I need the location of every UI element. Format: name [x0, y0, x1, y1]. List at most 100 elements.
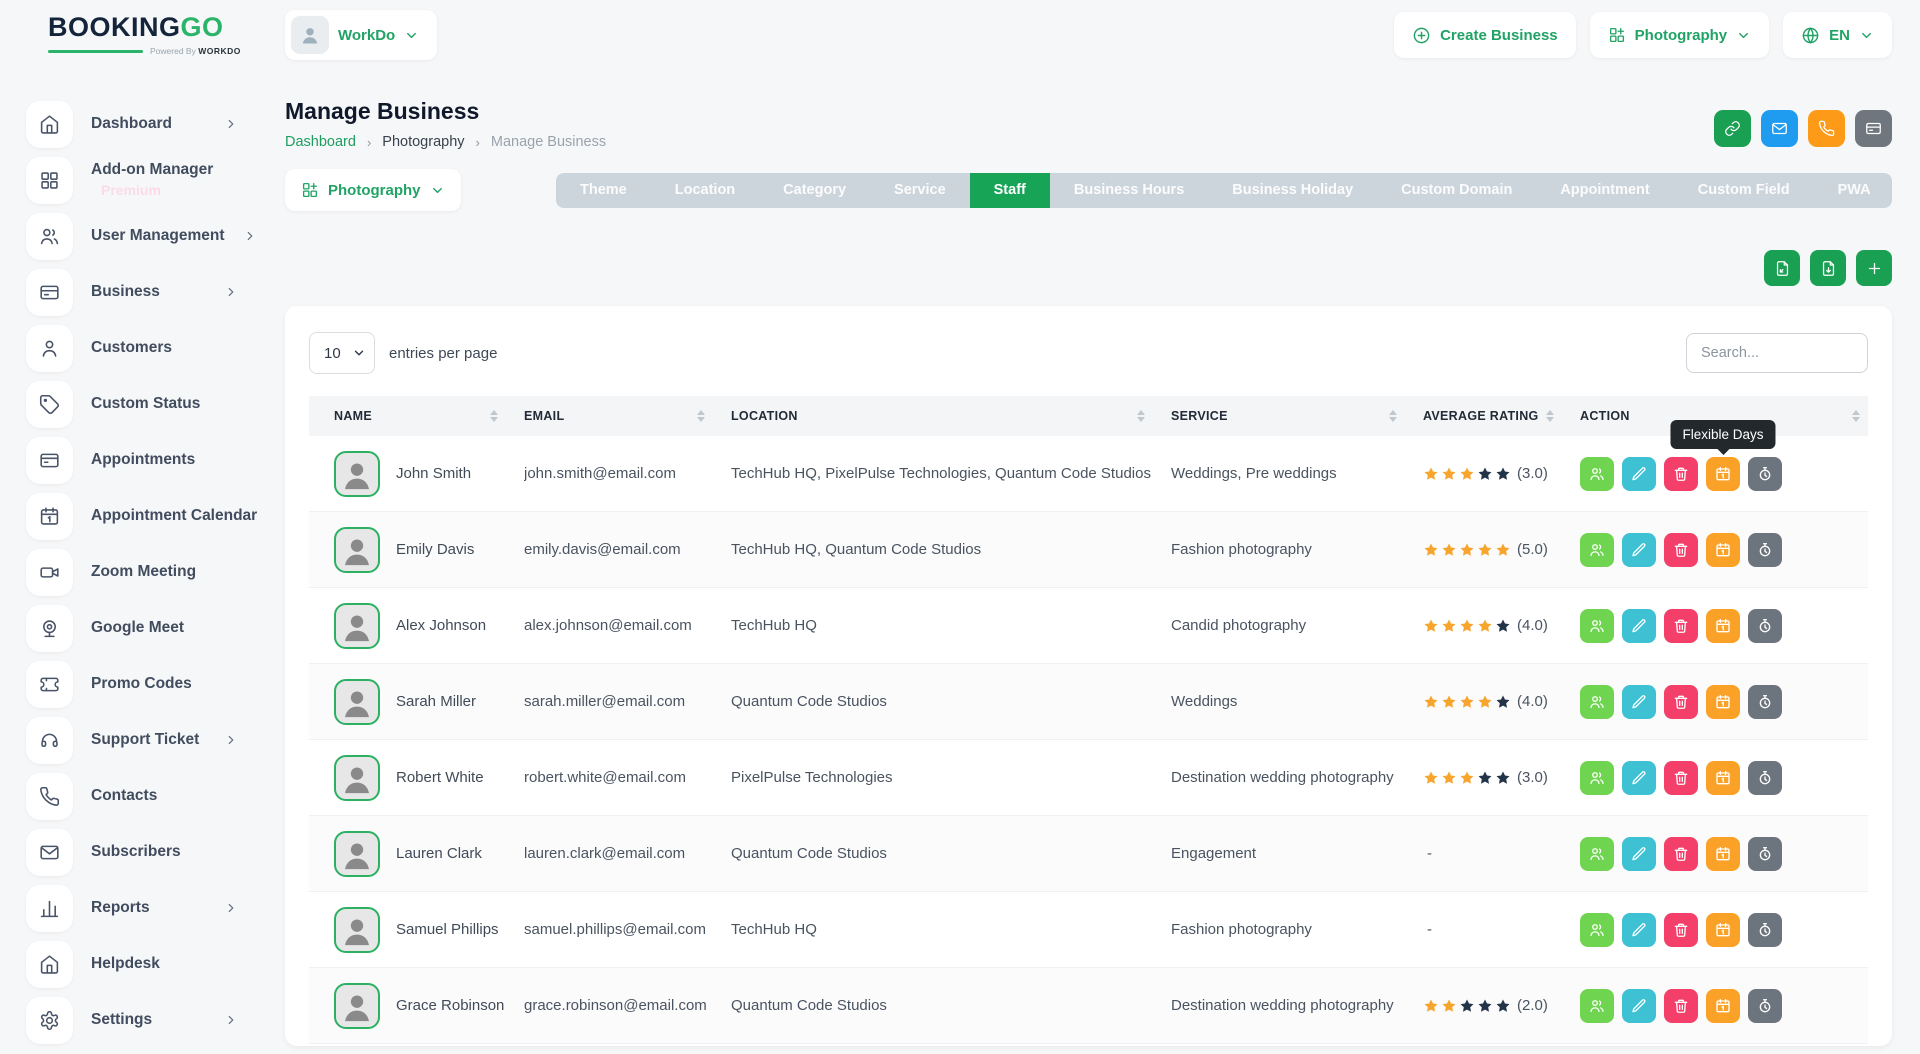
assign-staff-button[interactable] [1580, 609, 1614, 643]
sidebar-item-add-on-manager[interactable]: Add-on ManagerPremium [26, 152, 250, 208]
staff-avatar [334, 831, 380, 877]
working-hours-button[interactable] [1748, 989, 1782, 1023]
tab-pwa[interactable]: PWA [1814, 173, 1892, 208]
sidebar-item-user-management[interactable]: User Management [26, 208, 250, 264]
assign-staff-button[interactable] [1580, 837, 1614, 871]
pencil-icon [1631, 694, 1647, 710]
delete-button[interactable] [1664, 685, 1698, 719]
edit-button[interactable] [1622, 913, 1656, 947]
assign-staff-button[interactable] [1580, 685, 1614, 719]
delete-button[interactable] [1664, 457, 1698, 491]
search-input[interactable] [1686, 333, 1868, 373]
assign-staff-button[interactable] [1580, 533, 1614, 567]
delete-button[interactable] [1664, 533, 1698, 567]
sidebar-item-promo-codes[interactable]: Promo Codes [26, 656, 250, 712]
tab-appointment[interactable]: Appointment [1536, 173, 1673, 208]
tab-service[interactable]: Service [870, 173, 970, 208]
copy-link-button[interactable] [1714, 110, 1751, 147]
working-hours-button[interactable] [1748, 761, 1782, 795]
flexible-days-button[interactable] [1706, 837, 1740, 871]
sidebar-item-zoom-meeting[interactable]: Zoom Meeting [26, 544, 250, 600]
assign-staff-button[interactable] [1580, 761, 1614, 795]
tab-location[interactable]: Location [651, 173, 759, 208]
add-staff-button[interactable] [1856, 250, 1892, 286]
send-email-button[interactable] [1761, 110, 1798, 147]
delete-button[interactable] [1664, 989, 1698, 1023]
tab-theme[interactable]: Theme [556, 173, 651, 208]
flexible-days-button[interactable] [1706, 913, 1740, 947]
edit-button[interactable] [1622, 457, 1656, 491]
topbar: BOOKINGGO Powered By WORKDO WorkDo Creat… [0, 0, 1920, 70]
flexible-days-button[interactable] [1706, 989, 1740, 1023]
edit-button[interactable] [1622, 533, 1656, 567]
column-header-service[interactable]: SERVICE [1171, 409, 1423, 423]
delete-button[interactable] [1664, 761, 1698, 795]
brand-logo[interactable]: BOOKINGGO Powered By WORKDO [48, 14, 285, 56]
row-actions [1580, 913, 1860, 947]
working-hours-button[interactable] [1748, 913, 1782, 947]
breadcrumb-item-photography[interactable]: Photography [382, 134, 464, 150]
working-hours-button[interactable] [1748, 609, 1782, 643]
assign-staff-button[interactable] [1580, 913, 1614, 947]
column-header-average-rating[interactable]: AVERAGE RATING [1423, 409, 1580, 423]
delete-button[interactable] [1664, 609, 1698, 643]
download-file-button[interactable] [1810, 250, 1846, 286]
working-hours-button[interactable] [1748, 685, 1782, 719]
flexible-days-button[interactable] [1706, 533, 1740, 567]
sort-icon [1137, 410, 1145, 422]
staff-avatar [334, 755, 380, 801]
sidebar-item-subscribers[interactable]: Subscribers [26, 824, 250, 880]
working-hours-button[interactable] [1748, 457, 1782, 491]
staff-rating: (2.0) [1423, 997, 1580, 1014]
tab-staff[interactable]: Staff [970, 173, 1050, 208]
sidebar-item-settings[interactable]: Settings [26, 992, 250, 1048]
delete-button[interactable] [1664, 913, 1698, 947]
sidebar-item-dashboard[interactable]: Dashboard [26, 96, 250, 152]
workspace-dropdown[interactable]: WorkDo [285, 10, 437, 60]
sidebar-item-support-ticket[interactable]: Support Ticket [26, 712, 250, 768]
flexible-days-button[interactable] [1706, 761, 1740, 795]
column-label: AVERAGE RATING [1423, 409, 1539, 423]
tab-business-hours[interactable]: Business Hours [1050, 173, 1208, 208]
column-header-name[interactable]: NAME [334, 409, 524, 423]
flexible-days-button[interactable]: Flexible Days [1706, 457, 1740, 491]
edit-button[interactable] [1622, 761, 1656, 795]
sidebar-item-appointment-calendar[interactable]: Appointment Calendar [26, 488, 250, 544]
sidebar-item-contacts[interactable]: Contacts [26, 768, 250, 824]
assign-staff-button[interactable] [1580, 457, 1614, 491]
staff-service: Engagement [1171, 845, 1423, 862]
sidebar-item-appointments[interactable]: Appointments [26, 432, 250, 488]
edit-button[interactable] [1622, 685, 1656, 719]
tab-business-holiday[interactable]: Business Holiday [1208, 173, 1377, 208]
create-business-button[interactable]: Create Business [1394, 12, 1576, 58]
entries-per-page-select[interactable]: 10 [309, 332, 375, 374]
flexible-days-button[interactable] [1706, 609, 1740, 643]
delete-button[interactable] [1664, 837, 1698, 871]
staff-email: robert.white@email.com [524, 769, 731, 786]
edit-button[interactable] [1622, 989, 1656, 1023]
working-hours-button[interactable] [1748, 533, 1782, 567]
breadcrumb-item-dashboard[interactable]: Dashboard [285, 134, 356, 150]
export-file-button[interactable] [1764, 250, 1800, 286]
column-header-location[interactable]: LOCATION [731, 409, 1171, 423]
tab-custom-field[interactable]: Custom Field [1674, 173, 1814, 208]
flexible-days-button[interactable] [1706, 685, 1740, 719]
sidebar-item-customers[interactable]: Customers [26, 320, 250, 376]
call-button[interactable] [1808, 110, 1845, 147]
assign-staff-button[interactable] [1580, 989, 1614, 1023]
sidebar-item-reports[interactable]: Reports [26, 880, 250, 936]
business-dropdown[interactable]: Photography [285, 169, 461, 211]
tab-custom-domain[interactable]: Custom Domain [1377, 173, 1536, 208]
working-hours-button[interactable] [1748, 837, 1782, 871]
column-header-email[interactable]: EMAIL [524, 409, 731, 423]
sidebar-item-helpdesk[interactable]: Helpdesk [26, 936, 250, 992]
tab-category[interactable]: Category [759, 173, 870, 208]
sidebar-item-google-meet[interactable]: Google Meet [26, 600, 250, 656]
business-type-selector[interactable]: Photography [1590, 12, 1770, 58]
payment-button[interactable] [1855, 110, 1892, 147]
sidebar-item-custom-status[interactable]: Custom Status [26, 376, 250, 432]
language-selector[interactable]: EN [1783, 12, 1892, 58]
edit-button[interactable] [1622, 609, 1656, 643]
sidebar-item-business[interactable]: Business [26, 264, 250, 320]
edit-button[interactable] [1622, 837, 1656, 871]
